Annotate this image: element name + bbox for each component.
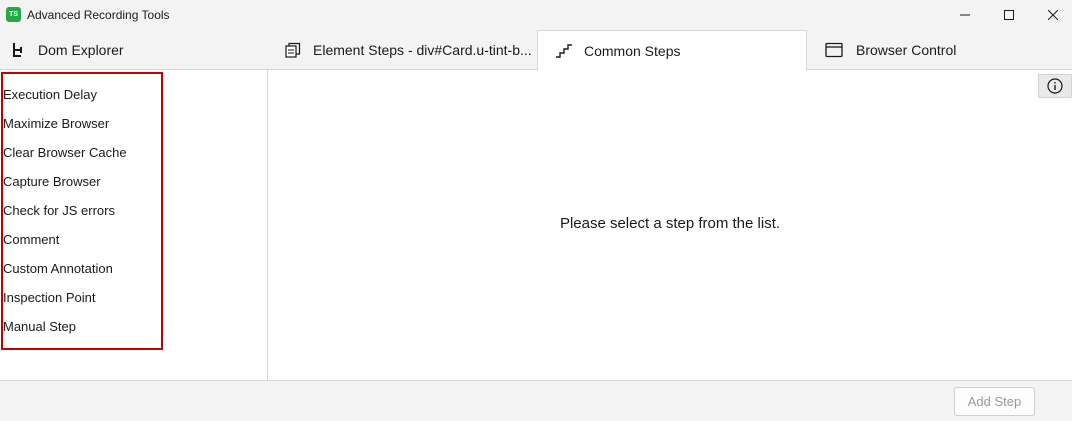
- step-inspection-point[interactable]: Inspection Point: [3, 290, 96, 305]
- stacked-pages-icon: [283, 40, 303, 60]
- empty-state-message: Please select a step from the list.: [559, 215, 781, 232]
- dom-tree-icon: [8, 40, 28, 60]
- minimize-icon: [960, 14, 970, 16]
- window-title: Advanced Recording Tools: [27, 8, 170, 22]
- add-step-button[interactable]: Add Step: [954, 387, 1035, 416]
- maximize-icon: [1004, 10, 1014, 20]
- info-button[interactable]: [1038, 74, 1072, 98]
- step-custom-annotation[interactable]: Custom Annotation: [3, 261, 113, 276]
- title-bar: TS Advanced Recording Tools: [0, 0, 1072, 30]
- step-execution-delay[interactable]: Execution Delay: [3, 87, 97, 102]
- info-icon: [1047, 78, 1063, 94]
- tab-label: Browser Control: [856, 42, 957, 58]
- close-icon: [1048, 10, 1058, 20]
- browser-window-icon: [824, 40, 844, 60]
- tab-bar: Dom Explorer Element Steps - div#Card.u-…: [0, 30, 1072, 71]
- close-button[interactable]: [1030, 0, 1072, 30]
- tab-common-steps[interactable]: Common Steps: [537, 30, 807, 71]
- stairs-icon: [554, 41, 574, 61]
- tab-label: Element Steps - div#Card.u-tint-b...: [313, 42, 532, 58]
- minimize-button[interactable]: [942, 0, 988, 30]
- steps-list-panel: Execution Delay Maximize Browser Clear B…: [0, 70, 268, 380]
- step-clear-browser-cache[interactable]: Clear Browser Cache: [3, 145, 127, 160]
- step-capture-browser[interactable]: Capture Browser: [3, 174, 101, 189]
- tab-browser-control[interactable]: Browser Control: [824, 30, 1064, 70]
- tab-dom-explorer[interactable]: Dom Explorer: [8, 30, 268, 70]
- tab-label: Dom Explorer: [38, 42, 124, 58]
- step-manual-step[interactable]: Manual Step: [3, 319, 76, 334]
- tab-label: Common Steps: [584, 42, 681, 59]
- step-maximize-browser[interactable]: Maximize Browser: [3, 116, 109, 131]
- step-comment[interactable]: Comment: [3, 232, 59, 247]
- maximize-button[interactable]: [986, 0, 1032, 30]
- app-logo-icon: TS: [6, 7, 21, 22]
- footer-bar: Add Step: [0, 380, 1072, 421]
- step-check-js-errors[interactable]: Check for JS errors: [3, 203, 115, 218]
- tab-element-steps[interactable]: Element Steps - div#Card.u-tint-b...: [283, 30, 537, 70]
